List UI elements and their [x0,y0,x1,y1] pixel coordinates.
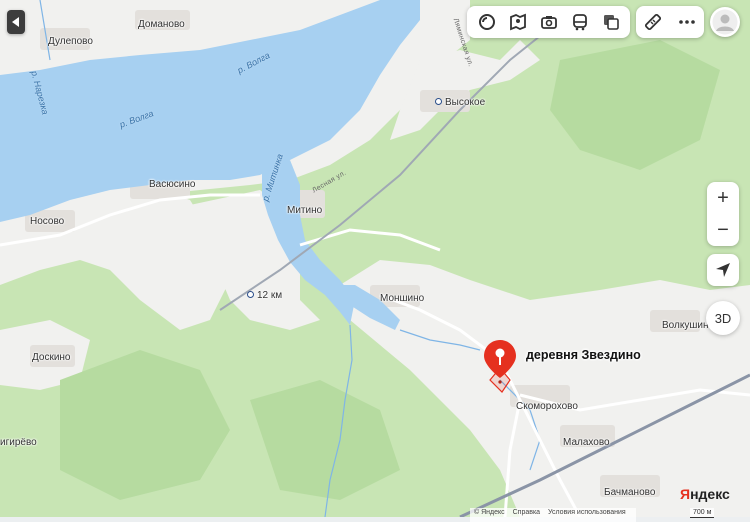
place-nosovo: Носово [30,216,65,227]
more-dots-icon [679,20,695,24]
user-avatar-icon [712,9,738,35]
tools-toolbar [636,6,704,38]
navigation-arrow-icon [716,263,730,277]
yandex-logo: Яндекс [680,486,730,502]
photo-button[interactable] [536,9,562,35]
place-vysokoe: Высокое [435,97,485,109]
copyright: © Яндекс [474,509,505,516]
zoom-control: + − [707,182,739,246]
locate-button[interactable] [707,254,739,286]
ruler-button[interactable] [640,9,666,35]
logo-first-letter: Я [680,486,691,502]
place-mitino: Митино [287,205,323,216]
place-doskino: Доскино [32,352,71,363]
triangle-left-icon [12,17,19,27]
logo-rest: ндекс [690,486,730,502]
zoom-in-button[interactable]: + [707,182,739,214]
place-domanovo: Доманово [138,19,185,30]
place-12km: 12 км [247,290,282,302]
zoom-out-button[interactable]: − [707,214,739,246]
place-volkushino: Волкушин [662,320,709,331]
map-type-button[interactable] [598,9,624,35]
terms-link[interactable]: Условия использования [548,509,626,516]
map-canvas[interactable] [0,0,750,517]
place-monshino: Моншино [380,293,425,304]
photo-camera-icon [540,16,557,29]
place-vysokoe-label: Высокое [445,97,486,108]
marker-label[interactable]: деревня Звездино [526,348,641,362]
place-bachmanovo: Бачманово [604,487,656,498]
layers-button[interactable] [474,9,500,35]
profile-button[interactable] [710,7,740,37]
place-vasyusino: Васюсино [149,179,196,190]
more-button[interactable] [674,9,700,35]
property-dot [498,380,502,384]
place-skomorokhovo: Скоморохово [516,401,578,412]
panorama-icon [509,13,526,31]
3d-button[interactable]: 3D [706,301,740,335]
place-malakhovo: Малахово [563,437,610,448]
location-pin-icon[interactable] [482,338,518,380]
layers-icon [478,14,495,30]
place-12km-label: 12 км [257,290,283,301]
bus-icon [572,14,587,31]
ruler-icon [644,13,662,31]
station-icon [247,291,254,298]
panorama-button[interactable] [505,9,531,35]
station-icon [435,98,442,105]
transport-button[interactable] [567,9,593,35]
map-stack-icon [603,15,619,30]
layers-toolbar [467,6,630,38]
map-footer: © Яндекс Справка Условия использования [470,508,636,522]
place-igirevo: игирёво [0,437,37,448]
back-button[interactable] [7,10,25,34]
place-dulepovo: Дулепово [48,36,93,47]
help-link[interactable]: Справка [513,509,540,516]
